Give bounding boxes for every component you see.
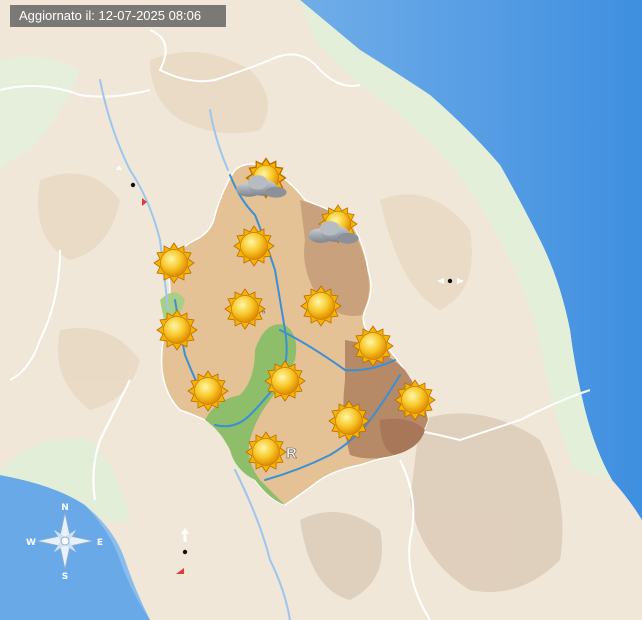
city-dot [182, 549, 188, 555]
compass-south-label: S [62, 572, 68, 582]
city-dot [130, 182, 136, 188]
city-label-r: R [286, 445, 297, 462]
weather-map: N S E W R · [0, 0, 642, 620]
city-dot [447, 278, 453, 284]
update-timestamp: Aggiornato il: 12-07-2025 08:06 [10, 5, 226, 27]
compass-east-label: E [97, 538, 103, 548]
compass-north-label: N [61, 503, 69, 513]
compass-west-label: W [26, 538, 36, 548]
